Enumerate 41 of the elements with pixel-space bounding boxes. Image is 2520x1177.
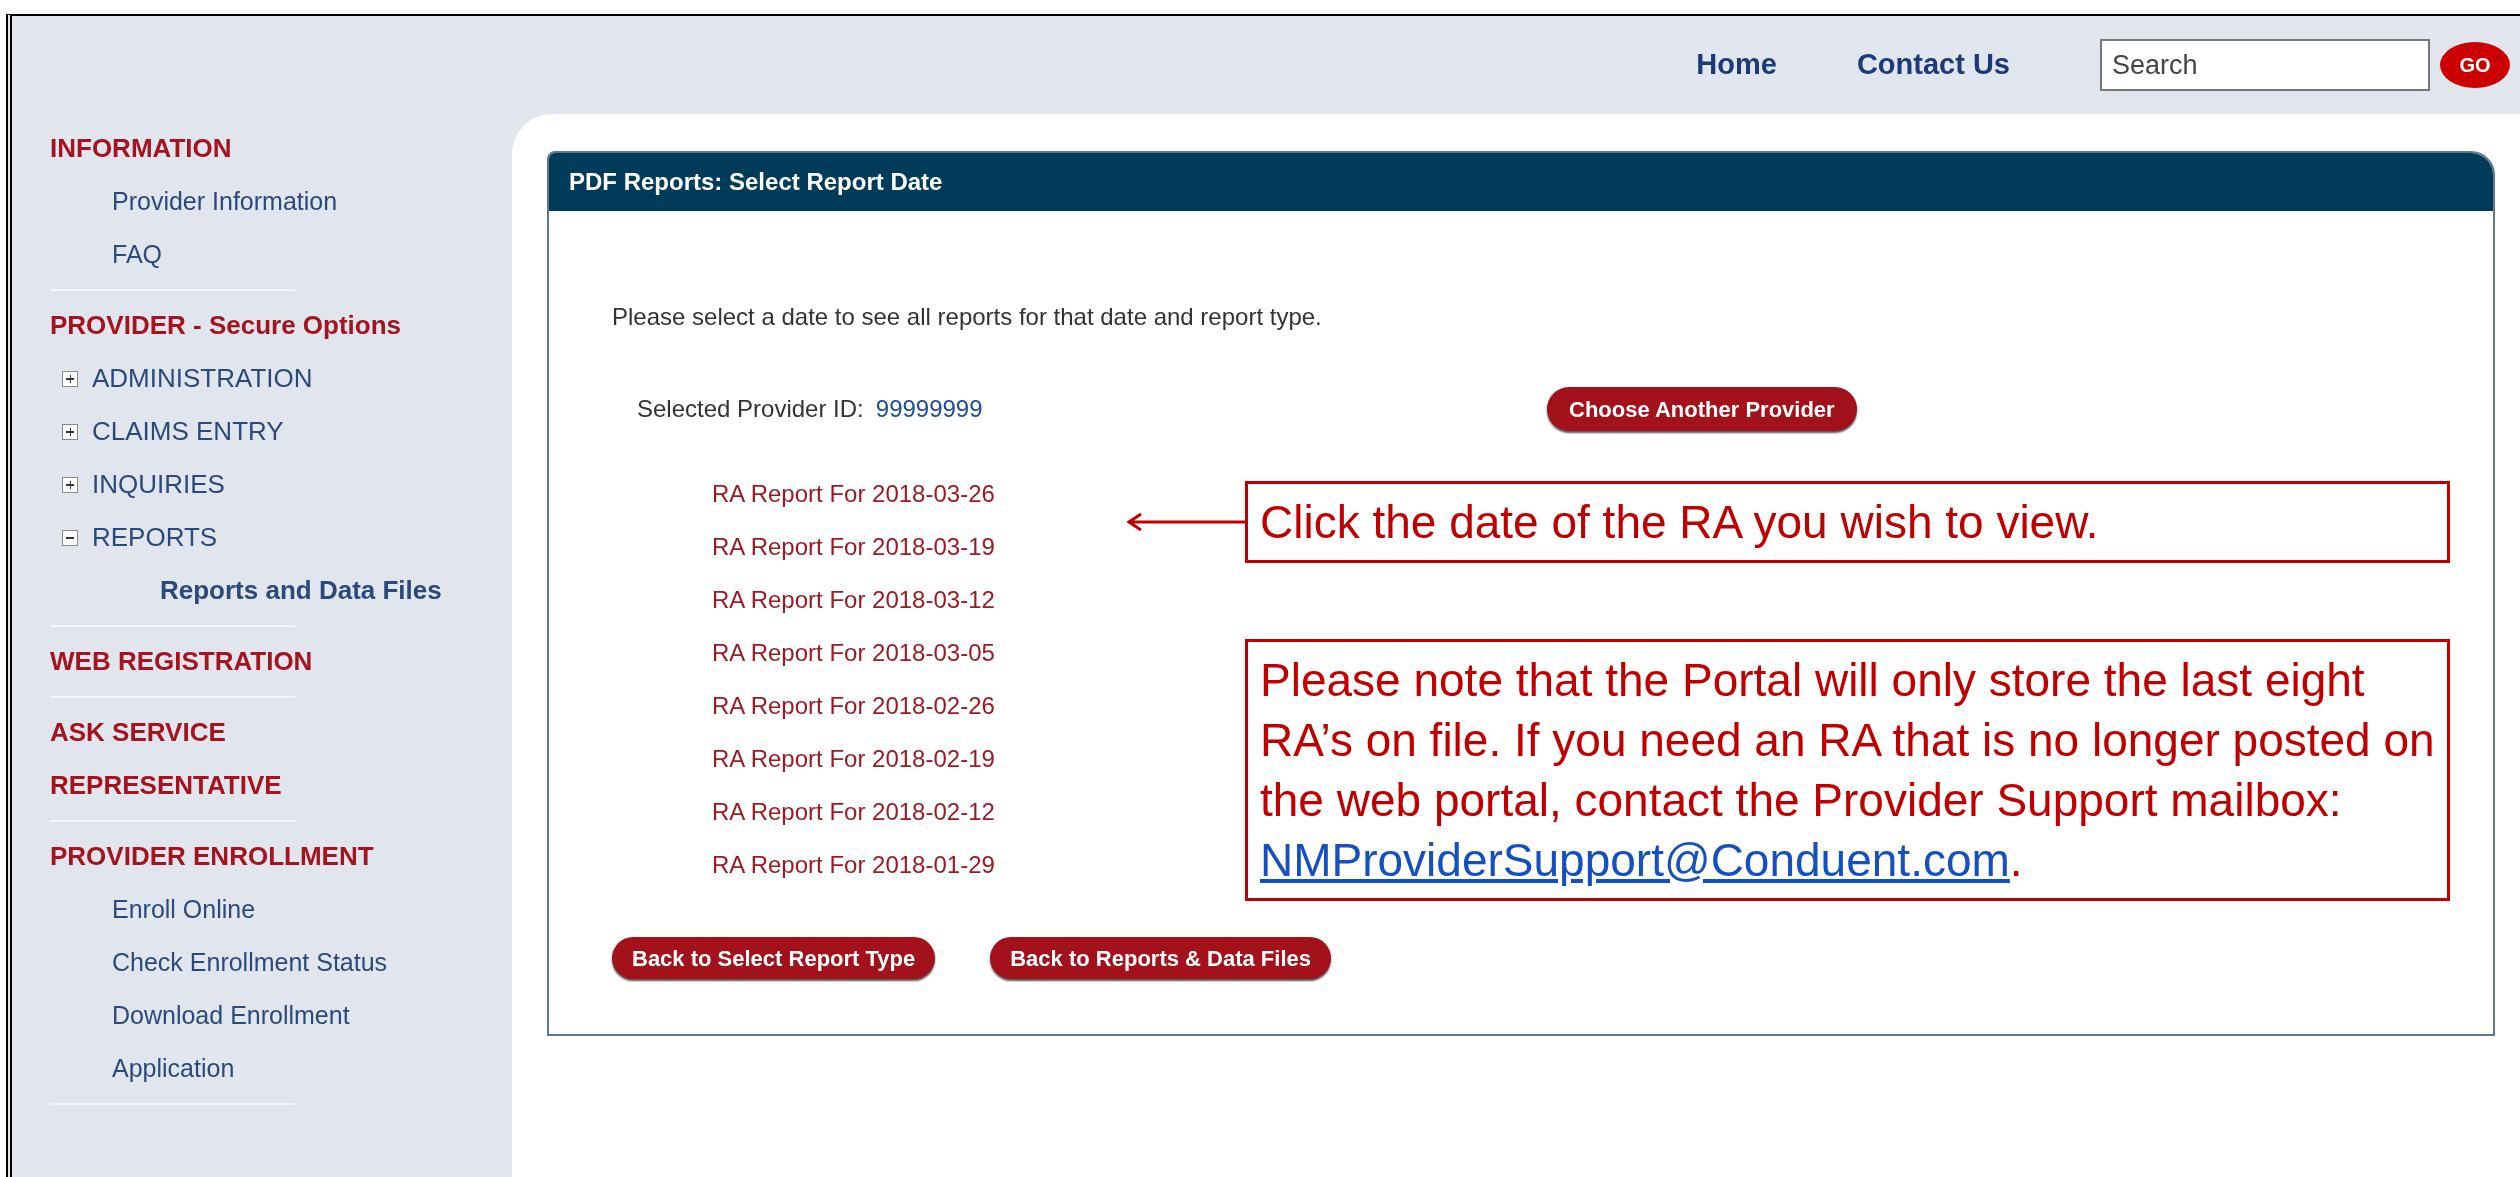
report-link[interactable]: RA Report For 2018-03-26 xyxy=(712,467,995,520)
report-link[interactable]: RA Report For 2018-03-05 xyxy=(712,626,995,679)
report-link[interactable]: RA Report For 2018-02-26 xyxy=(712,679,995,732)
section-heading: INFORMATION xyxy=(50,132,232,165)
nav-link[interactable]: Home xyxy=(1696,43,1777,87)
menu-link[interactable]: Reports and Data Files xyxy=(160,564,442,617)
menu-item[interactable]: ADMINISTRATION xyxy=(92,352,313,405)
expand-icon[interactable] xyxy=(62,370,78,387)
report-link[interactable]: RA Report For 2018-03-19 xyxy=(712,520,995,573)
menu-item[interactable]: CLAIMS ENTRY xyxy=(92,405,284,458)
go-button[interactable]: GO xyxy=(2440,42,2510,88)
section-heading: WEB REGISTRATION xyxy=(50,645,313,678)
report-link[interactable]: RA Report For 2018-02-19 xyxy=(712,732,995,785)
nav-link[interactable]: Contact Us xyxy=(1856,43,2010,87)
report-link[interactable]: RA Report For 2018-01-29 xyxy=(712,838,995,891)
expand-icon[interactable] xyxy=(62,423,78,440)
callout-note: Please note that the Portal will only store the last eight RA’s on file. If you need an RA that is no longer posted on the web portal, contact the Provider Support mailbox: NMProviderSupport@Conduent.com. xyxy=(1245,639,2450,901)
collapse-icon[interactable] xyxy=(62,529,78,546)
menu-item[interactable]: INQUIRIES xyxy=(92,458,225,511)
back-button[interactable]: Back to Reports & Data Files xyxy=(990,937,1331,979)
menu-link[interactable]: Provider Information xyxy=(112,175,442,228)
provider-label: Selected Provider ID: xyxy=(637,394,864,424)
choose-provider-button[interactable]: Choose Another Provider xyxy=(1547,387,1857,431)
instruction-text: Please select a date to see all reports for that date and report type. xyxy=(612,302,1323,332)
menu-link[interactable]: FAQ xyxy=(112,228,442,281)
section-heading: PROVIDER ENROLLMENT xyxy=(50,840,374,873)
provider-id: 99999999 xyxy=(875,394,983,424)
section-heading: PROVIDER - Secure Options xyxy=(50,309,402,342)
callout-note: Click the date of the RA you wish to view. xyxy=(1245,481,2450,563)
report-link[interactable]: RA Report For 2018-03-12 xyxy=(712,573,995,626)
back-button[interactable]: Back to Select Report Type xyxy=(612,937,936,979)
section-heading: ASK SERVICE REPRESENTATIVE xyxy=(50,716,282,802)
menu-item[interactable]: REPORTS xyxy=(92,511,218,564)
menu-link[interactable]: Download Enrollment Application xyxy=(112,989,442,1095)
expand-icon[interactable] xyxy=(62,476,78,493)
menu-link[interactable]: Enroll Online xyxy=(112,883,442,936)
report-link[interactable]: RA Report For 2018-02-12 xyxy=(712,785,995,838)
menu-link[interactable]: Check Enrollment Status xyxy=(112,936,442,989)
panel-title: PDF Reports: Select Report Date xyxy=(569,167,943,197)
search-field[interactable]: Search xyxy=(2100,39,2430,91)
email-link[interactable]: NMProviderSupport@Conduent.com xyxy=(1260,834,2010,886)
